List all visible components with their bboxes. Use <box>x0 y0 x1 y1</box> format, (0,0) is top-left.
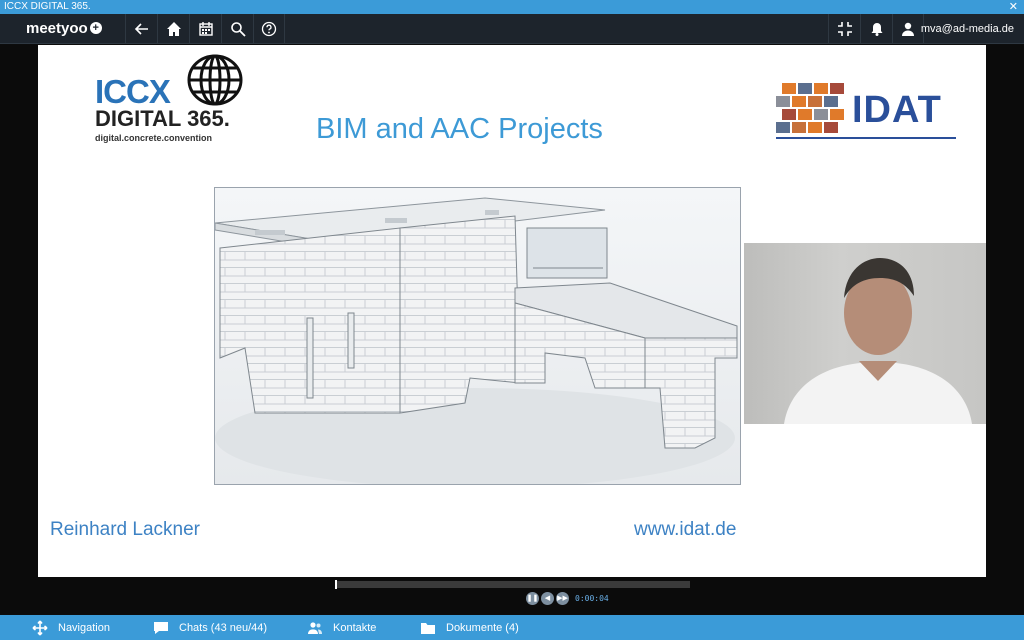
playback-controls: ❚❚ ◀ ▶▶ 0:00:04 <box>526 591 609 605</box>
back-button[interactable] <box>125 14 157 44</box>
compress-icon <box>837 22 852 36</box>
arrow-left-icon <box>134 23 148 35</box>
bottom-nav-documents[interactable]: Dokumente (4) <box>420 615 519 640</box>
globe-icon <box>187 54 243 106</box>
pause-button[interactable]: ❚❚ <box>526 591 539 605</box>
iccx-logo-tagline: digital.concrete.convention <box>95 133 213 143</box>
chat-bubble-icon <box>154 621 168 634</box>
move-arrows-icon <box>32 620 48 635</box>
user-icon <box>902 22 914 36</box>
calendar-icon <box>198 22 213 36</box>
playback-progress-bar[interactable] <box>335 580 690 589</box>
presentation-stage: ICCX DIGITAL 365. digital.concrete.conve… <box>0 45 1024 614</box>
idat-logo-underline <box>776 137 956 139</box>
brick-grid-icon <box>776 83 844 133</box>
calendar-button[interactable] <box>189 14 221 44</box>
notifications-button[interactable] <box>860 14 892 44</box>
home-button[interactable] <box>157 14 189 44</box>
bottom-nav-contacts[interactable]: Kontakte <box>307 615 376 640</box>
idat-logo-text: IDAT <box>852 89 942 131</box>
building-render-image <box>214 187 741 485</box>
search-icon <box>230 22 246 37</box>
meetyoo-logo[interactable]: meetyoo + <box>26 19 102 39</box>
window-title-bar: ICCX DIGITAL 365. ✕ <box>0 0 1024 14</box>
iccx-logo-line2: DIGITAL 365. <box>95 106 230 131</box>
bottom-nav-chats-label: Chats (43 neu/44) <box>179 621 268 634</box>
brand-name: meetyoo <box>26 20 88 37</box>
playback-progress-thumb[interactable] <box>335 580 337 589</box>
help-button[interactable] <box>253 14 285 44</box>
bottom-nav-contacts-label: Kontakte <box>333 621 377 634</box>
user-email[interactable]: mva@ad-media.de <box>921 14 1014 44</box>
website-url: www.idat.de <box>634 519 737 540</box>
search-button[interactable] <box>221 14 253 44</box>
folder-icon <box>421 622 435 634</box>
presenter-webcam <box>744 243 986 424</box>
building-render-drawing <box>215 197 738 484</box>
playback-time: 0:00:04 <box>575 593 609 603</box>
rewind-button[interactable]: ◀ <box>541 591 554 605</box>
contacts-icon <box>308 621 322 634</box>
slide-title: BIM and AAC Projects <box>316 113 603 145</box>
window-title: ICCX DIGITAL 365. <box>4 1 91 12</box>
app-header: meetyoo + mva@ad-media.de <box>0 14 1024 44</box>
profile-button[interactable] <box>892 14 924 44</box>
plus-icon: + <box>89 22 102 34</box>
presenter-name: Reinhard Lackner <box>50 519 200 540</box>
bottom-nav-chats[interactable]: Chats (43 neu/44) <box>153 615 267 640</box>
forward-button[interactable]: ▶▶ <box>556 591 569 605</box>
presenter-video-frame <box>784 258 972 424</box>
home-icon <box>166 22 181 36</box>
app-window: ICCX DIGITAL 365. ✕ meetyoo + mva@ad-med… <box>0 0 1024 640</box>
bell-icon <box>871 23 882 36</box>
bottom-nav-navigation[interactable]: Navigation <box>32 615 110 640</box>
close-window-button[interactable]: ✕ <box>1009 0 1018 14</box>
bottom-navigation-bar: Navigation Chats (43 neu/44) Kontakte Do… <box>0 615 1024 640</box>
help-icon <box>261 21 277 37</box>
bottom-nav-navigation-label: Navigation <box>58 621 110 634</box>
bottom-nav-documents-label: Dokumente (4) <box>446 621 519 634</box>
exit-fullscreen-button[interactable] <box>828 14 860 44</box>
